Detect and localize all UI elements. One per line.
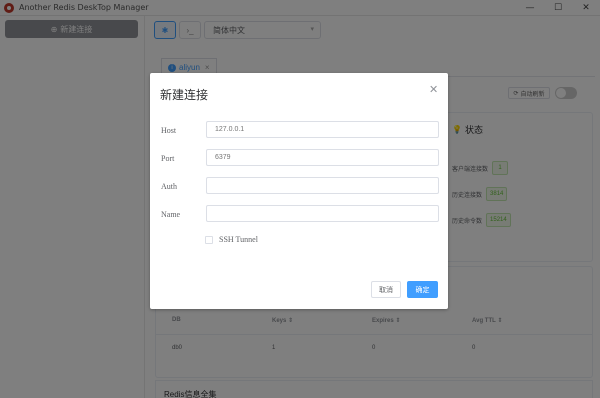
host-input[interactable]: [206, 121, 439, 138]
dialog-title: 新建连接: [160, 88, 209, 102]
port-input[interactable]: [206, 149, 439, 166]
host-label: Host: [161, 126, 177, 135]
cancel-button[interactable]: 取消: [371, 281, 401, 298]
ssh-tunnel-checkbox[interactable]: SSH Tunnel: [205, 235, 258, 244]
name-input[interactable]: [206, 205, 439, 222]
ssh-tunnel-label: SSH Tunnel: [219, 235, 258, 244]
port-label: Port: [161, 154, 175, 163]
auth-input[interactable]: [206, 177, 439, 194]
confirm-button[interactable]: 确定: [407, 281, 438, 298]
close-icon[interactable]: ✕: [429, 83, 438, 96]
new-connection-dialog: 新建连接 ✕ Host Port Auth Name SSH Tunnel 取消…: [150, 73, 448, 309]
name-label: Name: [161, 210, 181, 219]
auth-label: Auth: [161, 182, 177, 191]
checkbox-icon[interactable]: [205, 235, 213, 244]
